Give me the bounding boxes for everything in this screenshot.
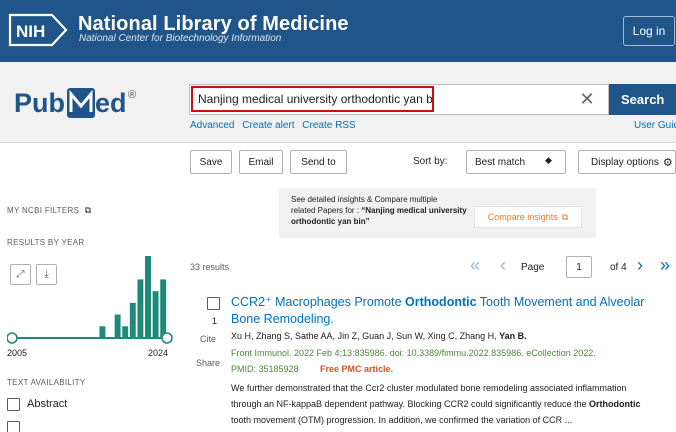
previous-page-icon[interactable]: ‹ [500, 255, 506, 276]
results-by-year-label: RESULTS BY YEAR [7, 238, 85, 247]
year-bar-2020[interactable] [129, 302, 136, 338]
user-guide-link[interactable]: User Guid [634, 120, 676, 131]
text-availability-label: TEXT AVAILABILITY [7, 378, 86, 387]
share-button[interactable]: Share [196, 358, 220, 368]
year-bar-2022[interactable] [145, 256, 151, 338]
results-by-year-chart[interactable] [7, 252, 175, 348]
create-rss-link[interactable]: Create RSS [302, 120, 355, 131]
page-of-label: of 4 [610, 262, 627, 273]
search-button[interactable]: Search [609, 84, 676, 115]
clear-search-icon[interactable]: ✕ [577, 88, 597, 110]
article-title-link[interactable]: CCR2⁺ Macrophages Promote Orthodontic To… [231, 294, 671, 328]
free-full-text-checkbox[interactable] [7, 421, 20, 432]
gear-icon: ⚙ [662, 156, 673, 169]
first-page-icon[interactable]: « [470, 255, 480, 276]
abstract-checkbox[interactable] [7, 398, 20, 411]
page-number-input[interactable]: 1 [566, 256, 592, 278]
results-count: 33 results [190, 262, 230, 272]
last-page-icon[interactable]: » [660, 255, 670, 276]
sort-value: Best match [475, 156, 526, 168]
svg-text:Pub: Pub [14, 88, 65, 118]
my-ncbi-filters-label[interactable]: MY NCBI FILTERS ⧉ [7, 205, 91, 216]
save-button[interactable]: Save [190, 150, 232, 174]
year-bar-2021[interactable] [137, 279, 144, 338]
compare-insights-button[interactable]: Compare insights ⧉ [474, 206, 582, 228]
advanced-link[interactable]: Advanced [190, 120, 234, 131]
display-options-button[interactable]: Display options ⚙ [578, 150, 676, 174]
next-page-icon[interactable]: › [637, 255, 643, 276]
year-start-label: 2005 [7, 348, 28, 358]
nih-logo[interactable]: NIH [8, 13, 70, 47]
year-slider-end-handle[interactable] [161, 332, 173, 344]
search-links: Advanced Create alert Create RSS [190, 120, 361, 131]
insights-text: See detailed insights & Compare multiple… [291, 195, 467, 226]
year-bar-2024[interactable] [160, 279, 167, 338]
year-bar-2019[interactable] [122, 326, 129, 338]
registered-mark: ® [128, 89, 136, 101]
cite-button[interactable]: Cite [200, 334, 216, 344]
nlm-subtitle: National Center for Biotechnology Inform… [79, 33, 282, 44]
external-link-icon: ⧉ [84, 205, 92, 215]
email-button[interactable]: Email [239, 150, 283, 174]
free-pmc-badge: Free PMC article. [320, 364, 394, 374]
abstract-label[interactable]: Abstract [27, 398, 67, 410]
create-alert-link[interactable]: Create alert [242, 120, 294, 131]
year-slider-start-handle[interactable] [7, 332, 18, 344]
year-bar-2018[interactable] [114, 314, 121, 338]
sort-caret-icon: ◆ [545, 155, 552, 165]
login-button[interactable]: Log in [623, 16, 675, 46]
year-bar-2016[interactable] [99, 326, 106, 338]
pubmed-logo[interactable]: Pub ed ® [14, 82, 144, 122]
external-link-icon: ⧉ [561, 211, 569, 222]
nih-logo-text: NIH [16, 22, 45, 41]
article-select-checkbox[interactable] [207, 297, 220, 310]
article-number: 1 [212, 316, 218, 326]
year-end-label: 2024 [148, 348, 169, 358]
article-pmid: PMID: 35185928 [231, 364, 299, 374]
send-to-button[interactable]: Send to [290, 150, 347, 174]
svg-text:ed: ed [95, 88, 127, 118]
page-label: Page [521, 262, 545, 273]
year-bar-2023[interactable] [152, 291, 159, 338]
article-authors: Xu H, Zhang S, Sathe AA, Jin Z, Guan J, … [231, 331, 527, 341]
article-citation: Front Immunol. 2022 Feb 4;13:835986. doi… [231, 348, 596, 358]
display-options-label: Display options [591, 156, 659, 168]
sort-by-label: Sort by: [413, 156, 448, 167]
article-snippet: We further demonstrated that the Ccr2 cl… [231, 383, 641, 425]
search-highlight-box [191, 86, 434, 112]
